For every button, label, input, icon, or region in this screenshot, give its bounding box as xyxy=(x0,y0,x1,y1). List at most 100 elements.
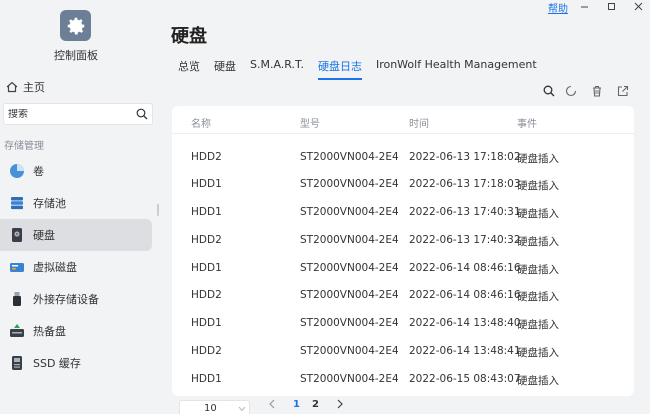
cell-model: ST2000VN004-2E4... xyxy=(300,178,398,190)
prev-page-icon[interactable] xyxy=(268,399,276,412)
column-header-model[interactable]: 型号 xyxy=(300,115,320,130)
sidebar-item-label: 热备盘 xyxy=(33,325,66,338)
cell-model: ST2000VN004-2E4... xyxy=(300,262,398,274)
home-icon xyxy=(6,81,18,93)
volume-icon xyxy=(8,163,25,180)
cell-event: 硬盘插入 xyxy=(517,375,559,387)
cell-model: ST2000VN004-2E4... xyxy=(300,373,398,385)
ssd-cache-icon xyxy=(8,355,25,372)
cell-name: HDD1 xyxy=(191,262,222,274)
sidebar-item-label: 外接存储设备 xyxy=(33,293,99,306)
tab-hdd-logs[interactable]: 硬盘日志 xyxy=(317,58,362,80)
cell-event: 硬盘插入 xyxy=(517,208,559,220)
refresh-icon[interactable] xyxy=(564,84,578,98)
tab-ironwolf-health[interactable]: IronWolf Health Management xyxy=(376,58,537,80)
cell-time: 2022-06-13 17:18:03 xyxy=(409,178,521,190)
tab-hdd[interactable]: 硬盘 xyxy=(214,58,236,80)
page-number-current[interactable]: 1 xyxy=(293,399,300,410)
tab-overview[interactable]: 总览 xyxy=(178,58,200,80)
table-row[interactable]: HDD2 ST2000VN004-2E4... 2022-06-14 13:48… xyxy=(172,337,634,365)
cell-name: HDD2 xyxy=(191,151,222,163)
search-icon[interactable] xyxy=(136,108,148,120)
cell-model: ST2000VN004-2E4... xyxy=(300,206,398,218)
cell-model: ST2000VN004-2E4... xyxy=(300,289,398,301)
sidebar-item-label: SSD 缓存 xyxy=(33,357,81,370)
tab-bar: 总览 硬盘 S.M.A.R.T. 硬盘日志 IronWolf Health Ma… xyxy=(178,58,551,80)
home-label: 主页 xyxy=(23,81,45,94)
column-header-name[interactable]: 名称 xyxy=(191,115,211,130)
page-title: 硬盘 xyxy=(171,26,207,47)
sidebar-item-hot-spare[interactable]: 热备盘 xyxy=(0,315,152,347)
sidebar: 控制面板 主页 存储管理 卷 存储池 硬盘 虚拟磁盘 xyxy=(0,0,160,414)
next-page-icon[interactable] xyxy=(336,399,344,412)
column-header-time[interactable]: 时间 xyxy=(409,115,429,130)
trash-icon[interactable] xyxy=(590,84,604,98)
cell-name: HDD1 xyxy=(191,206,222,218)
table-row[interactable]: HDD1 ST2000VN004-2E4... 2022-06-14 13:48… xyxy=(172,309,634,337)
table-row[interactable]: HDD1 ST2000VN004-2E4... 2022-06-13 17:40… xyxy=(172,198,634,226)
minimize-icon[interactable] xyxy=(576,0,592,13)
cell-event: 硬盘插入 xyxy=(517,291,559,303)
sidebar-item-virtual-disk[interactable]: 虚拟磁盘 xyxy=(0,251,152,283)
cell-event: 硬盘插入 xyxy=(517,153,559,165)
sidebar-item-label: 卷 xyxy=(33,165,44,178)
cell-time: 2022-06-15 08:43:07 xyxy=(409,373,521,385)
table-header: 名称 型号 时间 事件 xyxy=(172,106,634,134)
table-row[interactable]: HDD2 ST2000VN004-2E4... 2022-06-13 17:18… xyxy=(172,143,634,171)
sidebar-scrollbar[interactable] xyxy=(157,204,159,216)
sidebar-item-label: 硬盘 xyxy=(33,229,55,242)
cell-time: 2022-06-14 08:46:16 xyxy=(409,289,521,301)
search-input[interactable] xyxy=(8,108,136,120)
usb-drive-icon xyxy=(8,291,25,308)
maximize-icon[interactable] xyxy=(603,0,619,13)
search-icon[interactable] xyxy=(542,84,556,98)
control-panel-app-icon xyxy=(60,10,91,41)
sidebar-item-label: 虚拟磁盘 xyxy=(33,261,77,274)
gear-icon xyxy=(67,17,84,35)
cell-event: 硬盘插入 xyxy=(517,347,559,359)
help-link[interactable]: 帮助 xyxy=(548,0,568,15)
hdd-icon xyxy=(8,227,25,244)
cell-time: 2022-06-13 17:40:32 xyxy=(409,234,521,246)
export-icon[interactable] xyxy=(616,84,630,98)
cell-time: 2022-06-14 08:46:16 xyxy=(409,262,521,274)
app-title: 控制面板 xyxy=(54,49,98,62)
cell-name: HDD1 xyxy=(191,178,222,190)
home-link[interactable]: 主页 xyxy=(6,79,45,95)
page-size-select[interactable]: 10 xyxy=(179,400,250,414)
cell-model: ST2000VN004-2E4... xyxy=(300,317,398,329)
cell-time: 2022-06-13 17:18:02 xyxy=(409,151,521,163)
sidebar-item-ssd-cache[interactable]: SSD 缓存 xyxy=(0,347,152,379)
table-row[interactable]: HDD1 ST2000VN004-2E4... 2022-06-15 08:43… xyxy=(172,365,634,393)
page-size-value: 10 xyxy=(204,403,217,414)
table-row[interactable]: HDD1 ST2000VN004-2E4... 2022-06-14 08:46… xyxy=(172,254,634,282)
storage-pool-icon xyxy=(8,195,25,212)
close-icon[interactable] xyxy=(630,0,646,13)
cell-model: ST2000VN004-2E4... xyxy=(300,151,398,163)
cell-time: 2022-06-14 13:48:40 xyxy=(409,317,521,329)
sidebar-item-volume[interactable]: 卷 xyxy=(0,155,152,187)
table-row[interactable]: HDD2 ST2000VN004-2E4... 2022-06-14 08:46… xyxy=(172,281,634,309)
cell-name: HDD1 xyxy=(191,373,222,385)
tab-smart[interactable]: S.M.A.R.T. xyxy=(250,58,304,80)
cell-event: 硬盘插入 xyxy=(517,319,559,331)
cell-time: 2022-06-13 17:40:31 xyxy=(409,206,521,218)
cell-time: 2022-06-14 13:48:41 xyxy=(409,345,521,357)
page-number[interactable]: 2 xyxy=(312,399,319,410)
cell-name: HDD1 xyxy=(191,317,222,329)
table-row[interactable]: HDD2 ST2000VN004-2E4... 2022-06-13 17:40… xyxy=(172,226,634,254)
cell-name: HDD2 xyxy=(191,289,222,301)
cell-model: ST2000VN004-2E4... xyxy=(300,345,398,357)
column-header-event[interactable]: 事件 xyxy=(517,115,537,130)
search-box xyxy=(3,103,153,125)
cell-name: HDD2 xyxy=(191,234,222,246)
cell-event: 硬盘插入 xyxy=(517,236,559,248)
sidebar-item-storage-pool[interactable]: 存储池 xyxy=(0,187,152,219)
table-row[interactable]: HDD1 ST2000VN004-2E4... 2022-06-13 17:18… xyxy=(172,170,634,198)
section-label-storage: 存储管理 xyxy=(4,141,44,152)
cell-model: ST2000VN004-2E4... xyxy=(300,234,398,246)
cell-event: 硬盘插入 xyxy=(517,180,559,192)
sidebar-item-external-device[interactable]: 外接存储设备 xyxy=(0,283,152,315)
cell-name: HDD2 xyxy=(191,345,222,357)
sidebar-item-hdd[interactable]: 硬盘 xyxy=(0,219,152,251)
